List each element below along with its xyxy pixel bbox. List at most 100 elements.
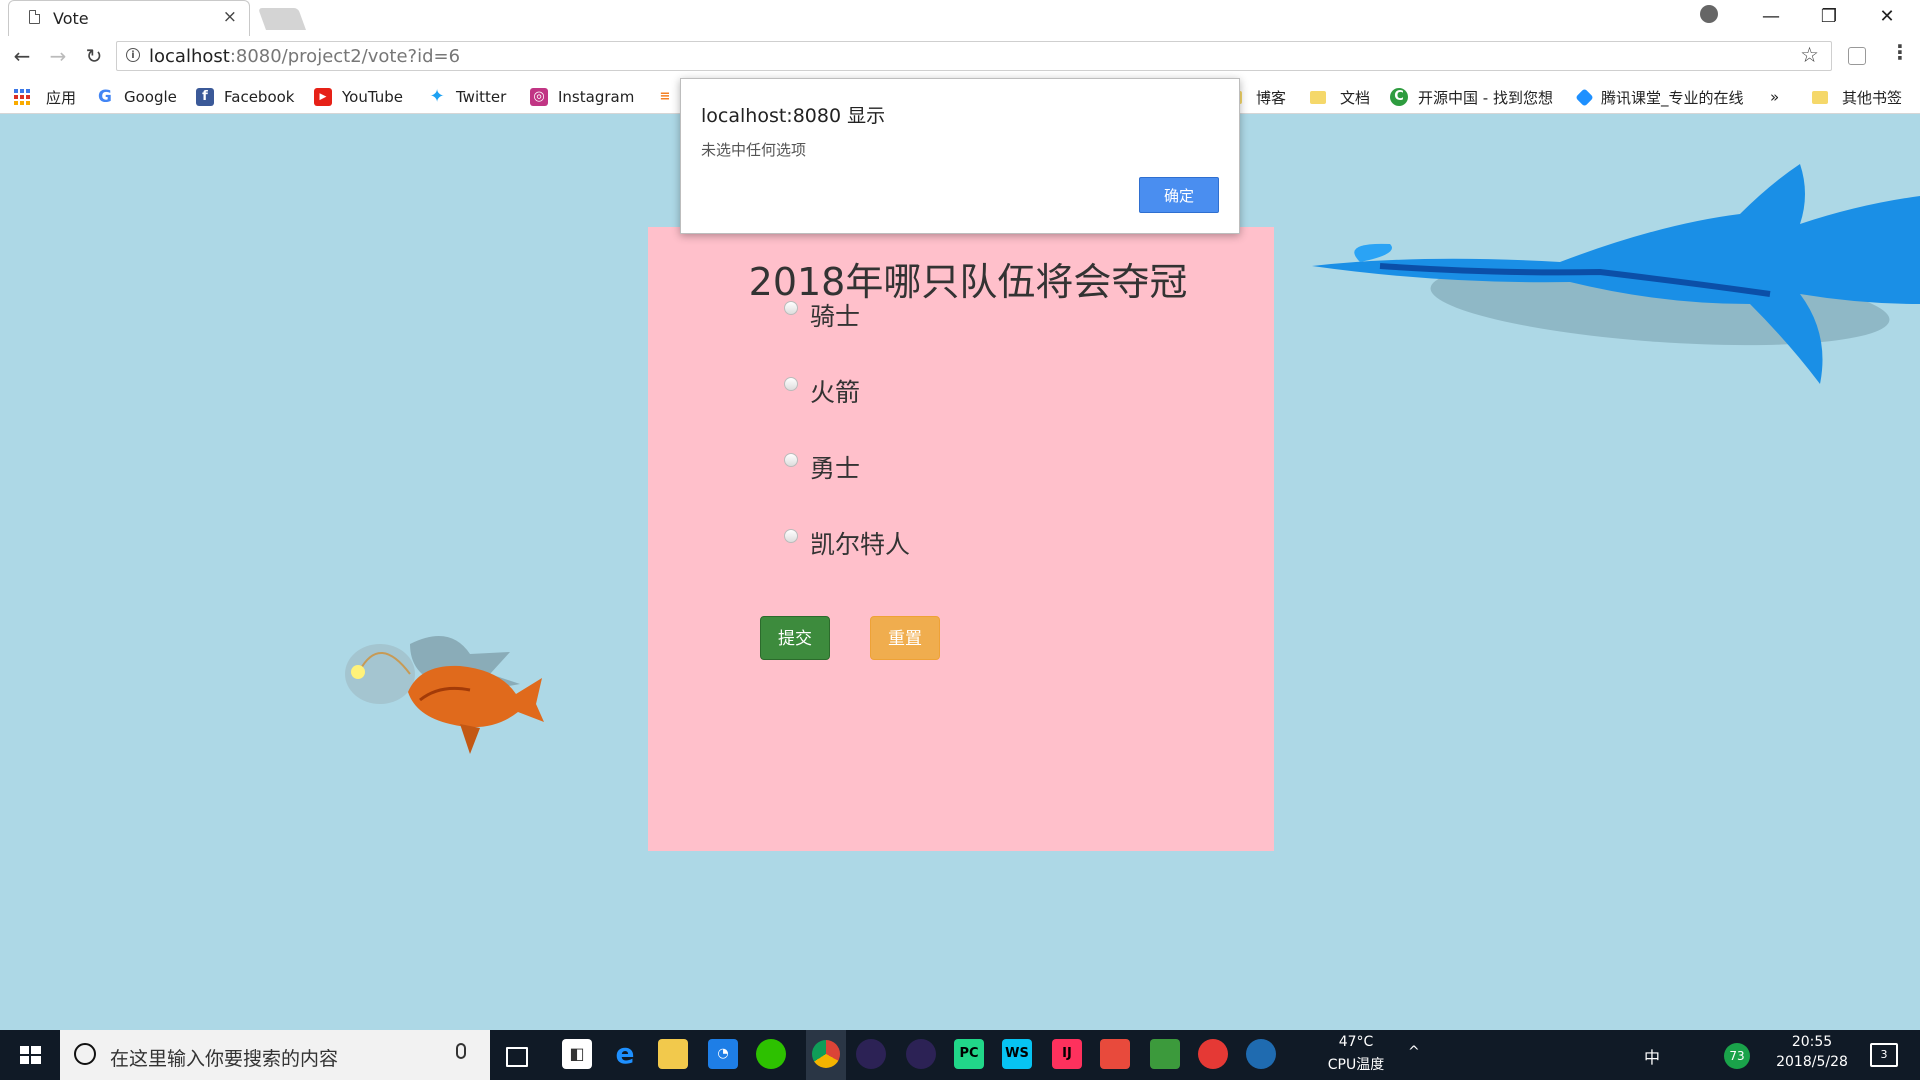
radio-rockets[interactable] (784, 377, 798, 391)
vote-title: 2018年哪只队伍将会夺冠 (748, 260, 1188, 304)
anglerfish-image (345, 636, 544, 754)
apps-grid-icon (14, 89, 30, 105)
dialog-ok-button[interactable]: 确定 (1139, 177, 1219, 213)
bookmark-facebook[interactable]: f Facebook (196, 86, 294, 108)
tab-vote[interactable]: Vote × (8, 0, 250, 36)
option-label: 骑士 (810, 302, 861, 331)
eclipse-icon[interactable] (856, 1039, 886, 1069)
close-window-button[interactable]: ✕ (1858, 0, 1916, 36)
eclipse-icon-2[interactable] (906, 1039, 936, 1069)
tab-close-icon[interactable]: × (223, 7, 237, 27)
pycharm-icon[interactable]: PC (954, 1039, 984, 1069)
bookmark-label: Facebook (224, 88, 295, 106)
option-rockets[interactable]: 火箭 (784, 373, 860, 409)
new-tab-button[interactable] (257, 8, 307, 30)
folder-icon (1310, 90, 1326, 104)
browser-toolbar: ← → ↻ i localhost:8080/project2/vote?id=… (0, 36, 1920, 78)
intellij-icon[interactable]: IJ (1052, 1039, 1082, 1069)
back-button[interactable]: ← (8, 42, 36, 70)
sheet-icon[interactable] (1150, 1039, 1180, 1069)
option-celtics[interactable]: 凯尔特人 (784, 525, 910, 561)
address-bar[interactable]: i localhost:8080/project2/vote?id=6 ☆ (116, 41, 1832, 71)
bookmark-label: 开源中国 - 找到您想 (1418, 88, 1553, 107)
reset-button[interactable]: 重置 (870, 616, 940, 660)
tencent-class-icon (1575, 87, 1594, 107)
option-warriors[interactable]: 勇士 (784, 449, 860, 485)
minimize-button[interactable]: — (1742, 0, 1800, 36)
notification-icon[interactable]: 3 (1870, 1043, 1898, 1067)
security-badge[interactable]: 73 (1724, 1043, 1750, 1069)
bookmark-twitter[interactable]: ✦ Twitter (428, 86, 506, 108)
instagram-icon: ◎ (530, 88, 548, 106)
microphone-icon[interactable] (456, 1043, 466, 1059)
option-label: 火箭 (810, 378, 861, 407)
bookmark-apps[interactable]: 应用 (14, 86, 76, 108)
twitter-icon: ✦ (429, 86, 445, 107)
tray-overflow-icon[interactable]: ^ (1408, 1044, 1420, 1060)
facebook-icon: f (196, 88, 214, 106)
browser-menu-icon[interactable]: ⋮ (1890, 40, 1910, 64)
shark-image (1312, 164, 1920, 384)
reload-button[interactable]: ↻ (80, 42, 108, 70)
page-content: 2018年哪只队伍将会夺冠 骑士 火箭 勇士 凯尔特人 提交 重置 (0, 114, 1920, 1030)
qq-icon[interactable]: ◔ (708, 1039, 738, 1069)
netease-music-icon[interactable] (1198, 1039, 1228, 1069)
youtube-icon: ▶ (314, 88, 332, 106)
folder-icon (1812, 90, 1828, 104)
bookmark-label: 文档 (1340, 88, 1371, 107)
bookmarks-overflow[interactable]: » (1770, 86, 1779, 108)
webstorm-icon[interactable]: WS (1002, 1039, 1032, 1069)
tab-bar: Vote × — ❐ ✕ (0, 0, 1920, 37)
submit-button[interactable]: 提交 (760, 616, 830, 660)
bookmark-docs[interactable]: 文档 (1310, 86, 1370, 108)
radio-celtics[interactable] (784, 529, 798, 543)
dialog-title: localhost:8080 显示 (701, 105, 886, 127)
dialog-message: 未选中任何选项 (701, 141, 807, 159)
wechat-icon[interactable] (756, 1039, 786, 1069)
info-icon[interactable]: i (126, 48, 140, 62)
bookmark-other[interactable]: 其他书签 (1812, 86, 1902, 108)
vote-card: 2018年哪只队伍将会夺冠 骑士 火箭 勇士 凯尔特人 提交 重置 (648, 227, 1274, 851)
bookmark-label: Google (124, 88, 177, 106)
bookmark-label: 应用 (46, 88, 77, 107)
task-view-icon[interactable] (506, 1047, 528, 1067)
bookmark-star-icon[interactable]: ☆ (1800, 43, 1819, 67)
restore-button[interactable]: ❐ (1800, 0, 1858, 36)
page-icon (29, 10, 40, 24)
taskbar-search[interactable]: 在这里输入你要搜索的内容 (60, 1030, 490, 1080)
store-icon[interactable]: ◧ (562, 1039, 592, 1069)
stackoverflow-icon: ≡ (659, 89, 671, 104)
bookmark-label: Instagram (558, 88, 635, 106)
cpu-label: CPU温度 (1327, 1057, 1385, 1073)
clock-time[interactable]: 20:55 (1762, 1034, 1862, 1050)
option-cavaliers[interactable]: 骑士 (784, 297, 860, 333)
chrome-icon (812, 1040, 840, 1068)
bookmark-oschina[interactable]: C 开源中国 - 找到您想 (1390, 86, 1553, 108)
bookmark-label: 腾讯课堂_专业的在线 (1601, 88, 1744, 107)
bookmark-blog[interactable]: 博客 (1236, 86, 1286, 108)
ime-indicator[interactable]: 中 (1644, 1044, 1660, 1068)
forward-button[interactable]: → (44, 42, 72, 70)
cortana-icon (74, 1043, 96, 1065)
app-icon-2[interactable] (1246, 1039, 1276, 1069)
url-text[interactable]: localhost:8080/project2/vote?id=6 (149, 46, 460, 67)
cpu-temp: 47°C (1338, 1034, 1374, 1050)
bookmark-youtube[interactable]: ▶ YouTube (314, 86, 403, 108)
bookmark-instagram[interactable]: ◎ Instagram (530, 86, 634, 108)
app-icon[interactable] (1100, 1039, 1130, 1069)
edge-icon[interactable]: e (610, 1039, 640, 1069)
chrome-active-bg[interactable] (806, 1030, 846, 1080)
search-placeholder: 在这里输入你要搜索的内容 (110, 1048, 339, 1070)
bookmark-tencent-class[interactable]: 腾讯课堂_专业的在线 (1575, 86, 1744, 108)
google-icon: G (98, 87, 112, 107)
bookmark-label: 博客 (1256, 88, 1287, 107)
clock-date[interactable]: 2018/5/28 (1762, 1054, 1862, 1070)
option-label: 凯尔特人 (810, 530, 911, 559)
radio-cavaliers[interactable] (784, 301, 798, 315)
extension-icon[interactable] (1848, 47, 1866, 65)
profile-icon[interactable] (1700, 5, 1718, 23)
file-explorer-icon[interactable] (658, 1039, 688, 1069)
windows-start-icon[interactable] (0, 1030, 60, 1080)
bookmark-google[interactable]: G Google (96, 86, 177, 108)
radio-warriors[interactable] (784, 453, 798, 467)
